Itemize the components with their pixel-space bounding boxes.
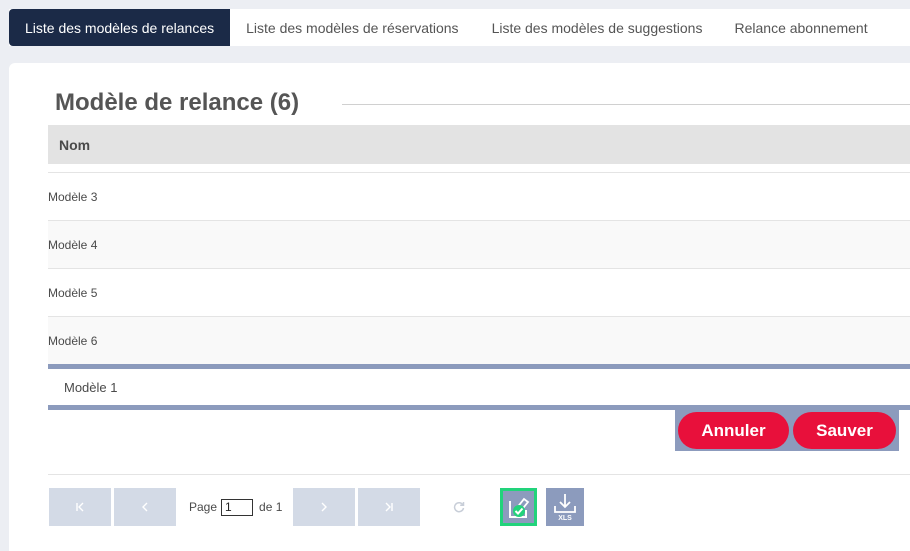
pager-divider	[48, 474, 910, 475]
row-name: Modèle 6	[48, 333, 98, 348]
xls-label: XLS	[559, 515, 573, 522]
template-name-input[interactable]	[64, 379, 364, 395]
last-page-icon	[385, 502, 394, 512]
table-row[interactable]: Modèle 3	[48, 173, 910, 221]
tab-suggestion-templates[interactable]: Liste des modèles de suggestions	[475, 9, 719, 46]
page-number-input[interactable]	[221, 498, 254, 516]
tab-reminder-templates[interactable]: Liste des modèles de relances	[9, 9, 231, 46]
pagination-bar: Page de 1 XLS	[49, 488, 585, 526]
column-header-name[interactable]: Nom	[48, 125, 910, 164]
previous-page-icon	[142, 502, 148, 512]
cancel-button[interactable]: Annuler	[678, 412, 789, 449]
refresh-button[interactable]	[450, 498, 468, 516]
row-name: Modèle 4	[48, 237, 98, 252]
content-panel: Modèle de relance (6) Nom Modèle 3 Modèl…	[9, 63, 910, 551]
editing-row	[48, 364, 910, 410]
save-button[interactable]: Sauver	[793, 412, 896, 449]
page-count-label: de 1	[259, 500, 283, 514]
edit-confirm-button[interactable]	[500, 488, 538, 526]
last-page-button[interactable]	[358, 488, 421, 526]
first-page-icon	[76, 502, 84, 512]
xls-download-icon: XLS	[554, 494, 577, 522]
next-page-icon	[321, 502, 328, 512]
table-spacer	[48, 164, 910, 173]
row-name: Modèle 5	[48, 285, 98, 300]
table-row[interactable]: Modèle 5	[48, 269, 910, 317]
first-page-button[interactable]	[49, 488, 111, 526]
next-page-button[interactable]	[293, 488, 356, 526]
table-body: Modèle 3 Modèle 4 Modèle 5 Modèle 6	[48, 173, 910, 365]
row-name: Modèle 3	[48, 189, 98, 204]
tab-subscription-reminder[interactable]: Relance abonnement	[718, 9, 883, 46]
section-title: Modèle de relance (6)	[55, 89, 300, 116]
table-row[interactable]: Modèle 6	[48, 317, 910, 365]
tab-reservation-templates[interactable]: Liste des modèles de réservations	[230, 9, 474, 46]
title-divider	[342, 104, 910, 105]
export-xls-button[interactable]: XLS	[546, 488, 585, 526]
refresh-icon	[454, 501, 465, 513]
edit-confirm-icon	[508, 497, 530, 518]
previous-page-button[interactable]	[114, 488, 176, 526]
tab-bar: Liste des modèles de relances Liste des …	[9, 9, 910, 46]
page-label: Page	[189, 500, 218, 514]
table-row[interactable]: Modèle 4	[48, 221, 910, 269]
row-action-bar: Annuler Sauver	[675, 410, 899, 451]
